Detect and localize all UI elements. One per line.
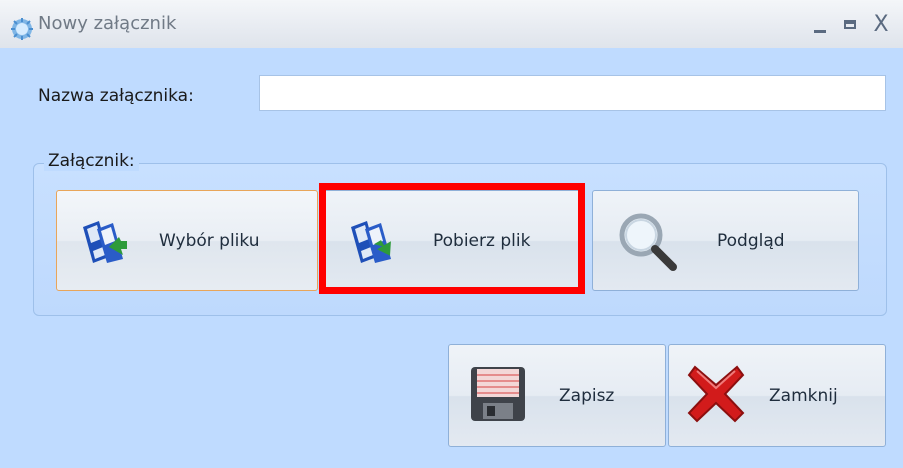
save-label: Zapisz (559, 386, 615, 406)
attachment-name-label: Nazwa załącznika: (38, 86, 194, 106)
window-title: Nowy załącznik (38, 13, 177, 34)
dialog-window: Nowy załącznik X Nazwa załącznika: Załąc… (0, 0, 903, 468)
red-x-icon (687, 365, 745, 423)
download-file-label: Pobierz plik (433, 231, 531, 251)
close-label: Zamknij (769, 386, 838, 406)
attachment-group-label: Załącznik: (44, 151, 139, 171)
preview-label: Podgląd (717, 231, 785, 251)
choose-file-button[interactable]: Wybór pliku (56, 190, 318, 291)
save-button[interactable]: Zapisz (448, 344, 666, 447)
close-window-button[interactable]: X (868, 10, 894, 40)
floppy-download-icon (351, 221, 391, 263)
close-button[interactable]: Zamknij (668, 344, 886, 447)
magnifier-icon (619, 213, 677, 271)
app-gear-icon (11, 18, 33, 40)
attachment-name-input[interactable] (259, 75, 886, 111)
maximize-icon (844, 20, 856, 29)
preview-button[interactable]: Podgląd (592, 190, 859, 291)
choose-file-label: Wybór pliku (159, 231, 260, 251)
title-bar[interactable]: Nowy załącznik X (0, 0, 903, 48)
minimize-button[interactable] (808, 10, 834, 40)
minimize-icon (814, 30, 826, 33)
floppy-disk-icon (471, 367, 525, 421)
download-file-button[interactable]: Pobierz plik (320, 190, 582, 291)
maximize-button[interactable] (838, 10, 864, 40)
floppy-arrow-icon (83, 221, 127, 263)
